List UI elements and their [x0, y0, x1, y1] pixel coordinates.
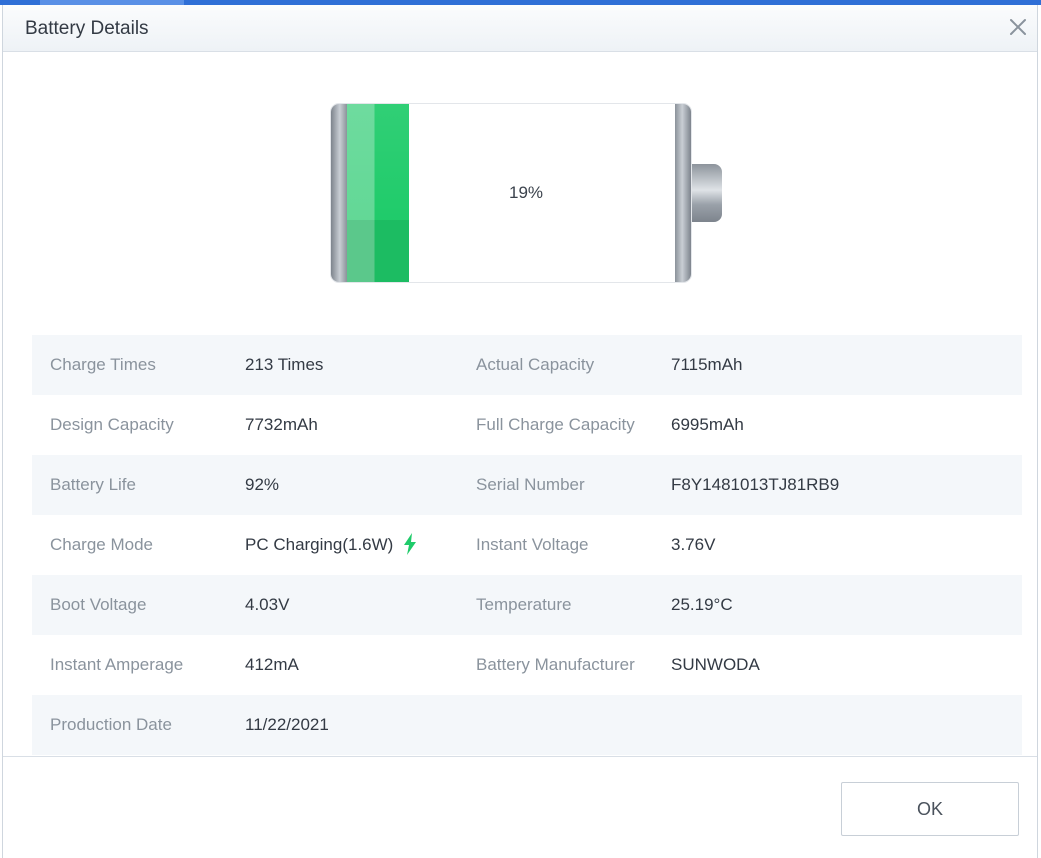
detail-value: PC Charging(1.6W) — [245, 535, 394, 554]
detail-label: Charge Times — [50, 355, 156, 374]
detail-row: Production Date 11/22/2021 — [32, 695, 1022, 755]
ok-button[interactable]: OK — [841, 782, 1019, 836]
detail-row: Battery Life 92% Serial Number F8Y148101… — [32, 455, 1022, 515]
battery-details-table: Charge Times 213 Times Actual Capacity 7… — [32, 335, 1022, 755]
detail-value: 11/22/2021 — [245, 715, 329, 734]
detail-value: 25.19°C — [671, 595, 733, 614]
detail-value: 7115mAh — [671, 355, 743, 374]
detail-row: Design Capacity 7732mAh Full Charge Capa… — [32, 395, 1022, 455]
detail-label: Serial Number — [476, 475, 585, 494]
charge-mode-value: PC Charging(1.6W) — [245, 515, 417, 575]
detail-label: Boot Voltage — [50, 595, 147, 614]
battery-terminal — [692, 164, 722, 222]
close-icon — [1010, 19, 1026, 35]
battery-body: 19% — [330, 103, 692, 283]
detail-value: 6995mAh — [671, 415, 744, 434]
detail-value: 92% — [245, 475, 280, 494]
battery-graphic: 19% — [330, 103, 724, 285]
detail-row: Charge Mode PC Charging(1.6W) Instant Vo… — [32, 515, 1022, 575]
detail-label: Production Date — [50, 715, 172, 734]
battery-percent: 19% — [508, 183, 544, 202]
detail-label: Battery Manufacturer — [476, 655, 635, 674]
detail-label: Actual Capacity — [476, 355, 595, 374]
detail-row: Boot Voltage 4.03V Temperature 25.19°C — [32, 575, 1022, 635]
detail-label: Temperature — [476, 595, 572, 614]
detail-value: SUNWODA — [671, 655, 760, 674]
detail-value: F8Y1481013TJ81RB9 — [671, 475, 840, 494]
lightning-bolt-icon — [404, 532, 417, 555]
detail-label: Instant Amperage — [50, 655, 184, 674]
detail-row: Charge Times 213 Times Actual Capacity 7… — [32, 335, 1022, 395]
detail-label: Instant Voltage — [476, 535, 589, 554]
detail-value: 3.76V — [671, 535, 716, 554]
detail-value: 7732mAh — [245, 415, 318, 434]
detail-row: Instant Amperage 412mA Battery Manufactu… — [32, 635, 1022, 695]
battery-details-dialog: Battery Details 19% Charge Times 213 Tim… — [2, 5, 1038, 858]
footer-divider — [3, 756, 1037, 757]
detail-label: Full Charge Capacity — [476, 415, 635, 434]
detail-label: Design Capacity — [50, 415, 174, 434]
close-button[interactable] — [1003, 12, 1033, 42]
detail-label: Battery Life — [50, 475, 136, 494]
detail-value: 412mA — [245, 655, 299, 674]
dialog-titlebar: Battery Details — [3, 5, 1037, 52]
detail-value: 4.03V — [245, 595, 290, 614]
dialog-title: Battery Details — [25, 18, 149, 39]
detail-value: 213 Times — [245, 355, 324, 374]
detail-label: Charge Mode — [50, 535, 154, 554]
